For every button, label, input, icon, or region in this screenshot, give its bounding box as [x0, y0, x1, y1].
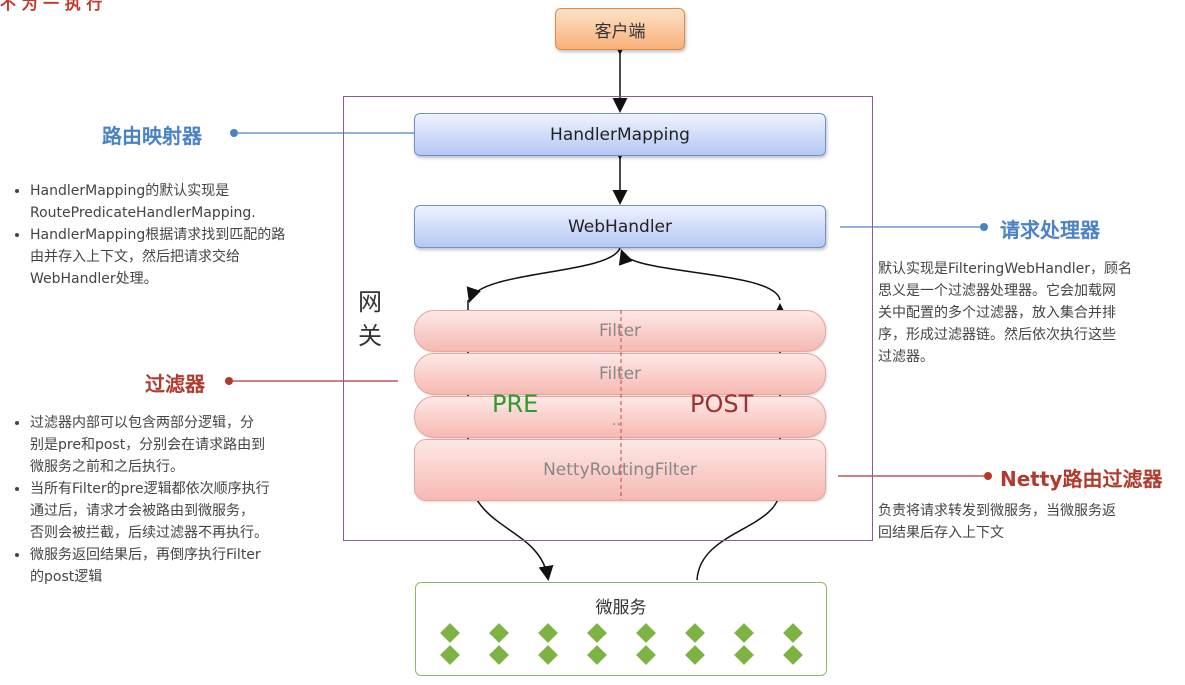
request-handler-desc: 默认实现是FilteringWebHandler，顾名 思义是一个过滤器处理器。… [878, 261, 1132, 365]
instance-icon [733, 623, 754, 643]
microservice-instances [425, 623, 817, 665]
bullet-item: HandlerMapping根据请求找到匹配的路由并存入上下文，然后把请求交给W… [30, 224, 352, 290]
instance-icon [439, 623, 460, 643]
instance-icon [635, 623, 656, 643]
instance-icon [733, 645, 754, 665]
routing-mapper-title: 路由映射器 [102, 124, 202, 148]
instance-icon [586, 623, 607, 643]
instance-icon [782, 623, 803, 643]
post-label: POST [690, 390, 754, 418]
bullet-item: 微服务返回结果后，再倒序执行Filter的post逻辑 [30, 544, 352, 588]
microservice-label: 微服务 [595, 598, 647, 618]
filter-ellipsis: .. [612, 413, 621, 429]
instance-icon [488, 645, 509, 665]
instance-icon [586, 645, 607, 665]
instance-icon [537, 623, 558, 643]
instance-icon [537, 645, 558, 665]
instance-icon [684, 645, 705, 665]
bullet-item: 当所有Filter的pre逻辑都依次顺序执行通过后，请求才会被路由到微服务，否则… [30, 478, 352, 544]
bullet-item: HandlerMapping的默认实现是RoutePredicateHandle… [30, 180, 352, 224]
instance-icon [782, 645, 803, 665]
instance-icon [439, 645, 460, 665]
instance-icon [684, 623, 705, 643]
request-handler-title: 请求处理器 [1000, 218, 1100, 242]
netty-filter-desc: 负责将请求转发到微服务，当微服务返 回结果后存入上下文 [878, 503, 1116, 541]
filter-title: 过滤器 [145, 372, 205, 396]
pre-label: PRE [492, 390, 539, 418]
netty-filter-title: Netty路由过滤器 [1000, 467, 1163, 491]
instance-icon [488, 623, 509, 643]
instance-icon [635, 645, 656, 665]
filter-bullets: 过滤器内部可以包含两部分逻辑，分别是pre和post，分别会在请求路由到微服务之… [12, 412, 352, 588]
microservice-box: 微服务 [415, 582, 827, 676]
routing-mapper-bullets: HandlerMapping的默认实现是RoutePredicateHandle… [12, 180, 352, 290]
bullet-item: 过滤器内部可以包含两部分逻辑，分别是pre和post，分别会在请求路由到微服务之… [30, 412, 352, 478]
